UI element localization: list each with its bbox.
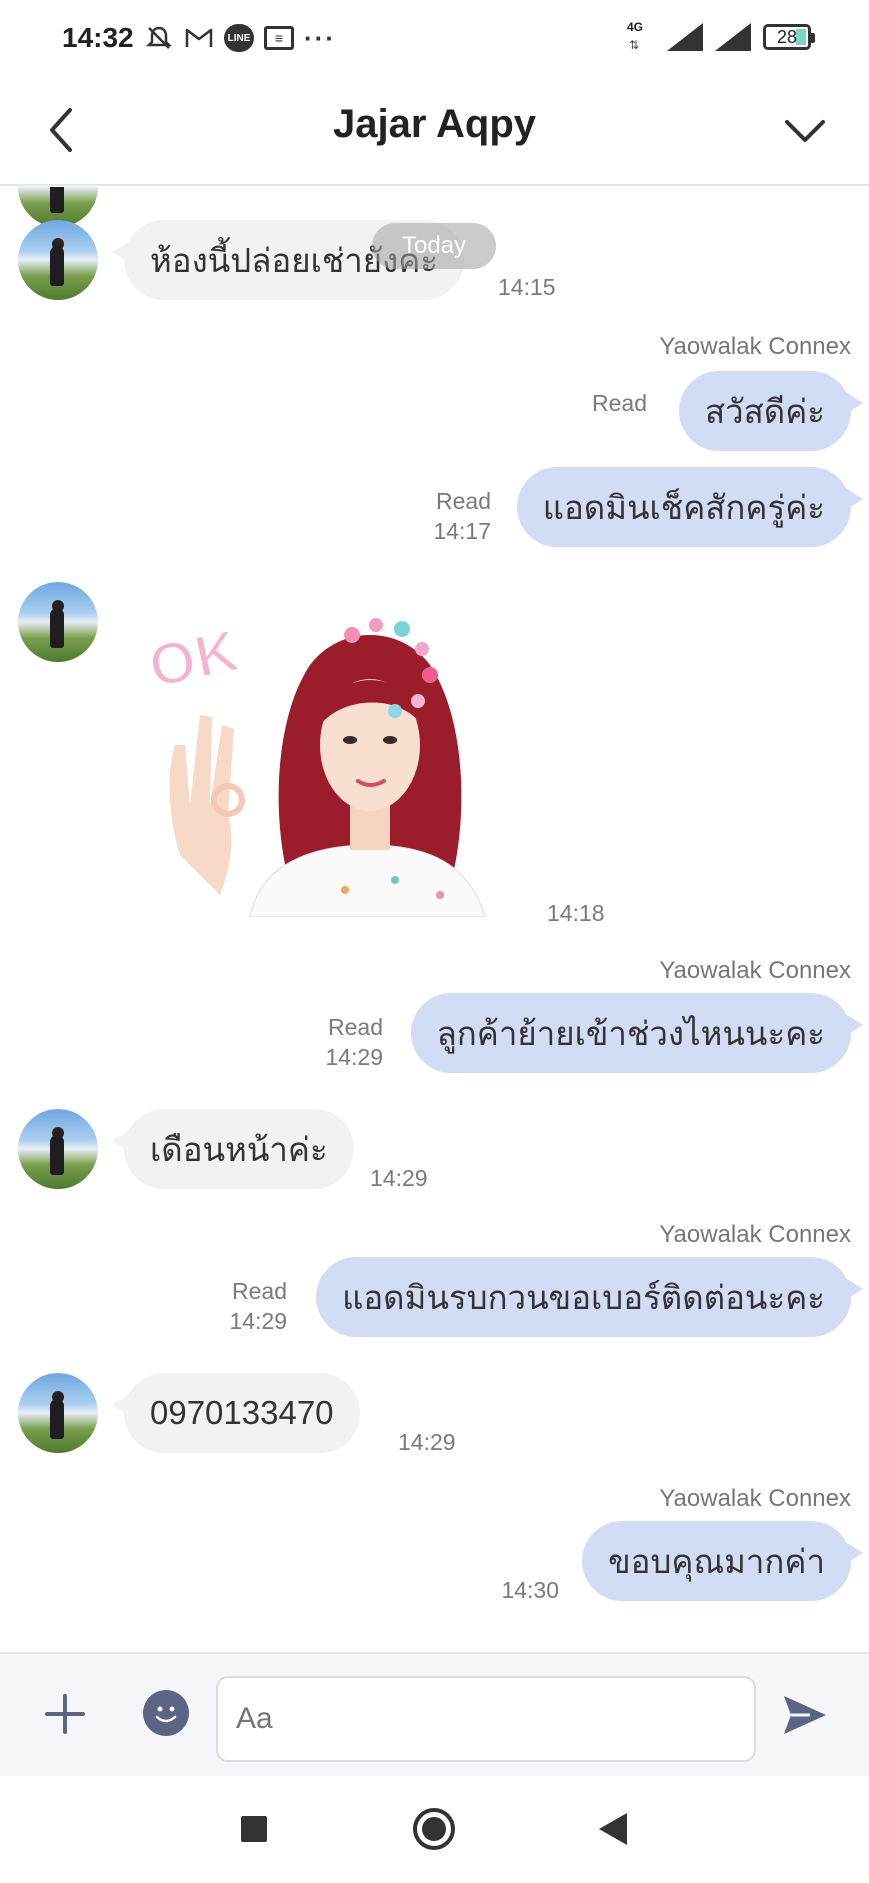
read-status: Read bbox=[592, 390, 647, 416]
more-dots-icon: ··· bbox=[304, 22, 336, 53]
status-time: 14:32 bbox=[62, 22, 134, 53]
sender-name: Yaowalak Connex bbox=[659, 1485, 851, 1512]
data-arrows-icon: ⇅ bbox=[629, 38, 640, 52]
avatar[interactable] bbox=[18, 582, 98, 662]
battery-icon: 28 bbox=[763, 24, 815, 50]
message-bubble-outgoing[interactable]: แอดมินรบกวนขอเบอร์ติดต่อนะคะ bbox=[316, 1257, 863, 1337]
message-bubble-outgoing[interactable]: ลูกค้าย้ายเข้าช่วงไหนนะคะ bbox=[410, 993, 864, 1073]
signal-icon bbox=[715, 23, 751, 51]
message-text: แอดมินเช็คสักครู่ค่ะ bbox=[542, 488, 825, 526]
message-list[interactable]: ห้องนี้ปล่อยเช่ายังคะ 14:15 Today Yaowal… bbox=[0, 187, 869, 1652]
line-icon: LINE bbox=[224, 24, 254, 52]
message-time: 14:29 bbox=[398, 1429, 456, 1455]
message-time: 14:15 bbox=[498, 274, 556, 300]
plus-icon[interactable] bbox=[40, 1684, 90, 1744]
message-time: 14:18 bbox=[547, 900, 605, 926]
avatar[interactable] bbox=[18, 1373, 98, 1453]
avatar[interactable] bbox=[18, 1109, 98, 1189]
message-text: เดือนหน้าค่ะ bbox=[150, 1130, 328, 1168]
send-icon[interactable] bbox=[780, 1690, 830, 1740]
read-status: Read bbox=[436, 488, 491, 514]
message-input[interactable] bbox=[216, 1676, 756, 1762]
message-bubble-incoming[interactable]: 0970133470 bbox=[112, 1373, 360, 1453]
date-chip: Today bbox=[372, 223, 496, 269]
back-button[interactable] bbox=[589, 1804, 639, 1854]
battery-level: 28 bbox=[776, 26, 798, 47]
message-bubble-outgoing[interactable]: ขอบคุณมากค่า bbox=[582, 1521, 863, 1601]
status-right: 4G ⇅ 28 bbox=[627, 20, 815, 54]
gmail-icon bbox=[184, 22, 214, 54]
message-text: ลูกค้าย้ายเข้าช่วงไหนนะคะ bbox=[436, 1014, 825, 1052]
chat-screen: 14:32 LINE ≡ ··· 4G ⇅ 28 Jajar Aqpy ห้อง… bbox=[0, 0, 869, 1883]
recents-button[interactable] bbox=[229, 1804, 279, 1854]
sender-name: Yaowalak Connex bbox=[659, 333, 851, 360]
status-bar: 14:32 LINE ≡ ··· 4G ⇅ 28 bbox=[0, 0, 869, 76]
avatar[interactable] bbox=[18, 220, 98, 300]
message-text: แอดมินรบกวนขอเบอร์ติดต่อนะคะ bbox=[342, 1278, 825, 1316]
message-text: สวัสดีค่ะ bbox=[704, 392, 825, 430]
network-indicator: 4G ⇅ bbox=[627, 20, 644, 52]
message-time: 14:29 bbox=[325, 1044, 383, 1070]
system-nav-bar bbox=[0, 1776, 869, 1883]
read-status: Read bbox=[232, 1278, 287, 1304]
ok-sticker[interactable]: OK bbox=[140, 595, 520, 917]
message-text: 0970133470 bbox=[150, 1394, 334, 1431]
message-bubble-incoming[interactable]: เดือนหน้าค่ะ bbox=[112, 1109, 354, 1189]
notification-icons: LINE ≡ ··· bbox=[144, 22, 336, 54]
note-icon: ≡ bbox=[264, 26, 294, 50]
chat-title: Jajar Aqpy bbox=[332, 102, 537, 146]
message-time: 14:29 bbox=[370, 1165, 428, 1191]
sender-name: Yaowalak Connex bbox=[659, 957, 851, 984]
message-time: 14:29 bbox=[229, 1308, 287, 1334]
chevron-down-icon[interactable] bbox=[777, 106, 833, 156]
message-time: 14:30 bbox=[501, 1577, 559, 1603]
message-time: 14:17 bbox=[433, 518, 491, 544]
read-status: Read bbox=[328, 1014, 383, 1040]
mute-icon bbox=[144, 22, 174, 54]
message-bubble-outgoing[interactable]: แอดมินเช็คสักครู่ค่ะ bbox=[516, 467, 864, 547]
emoji-icon[interactable] bbox=[143, 1690, 189, 1736]
signal-icon bbox=[667, 23, 703, 51]
home-button[interactable] bbox=[409, 1804, 459, 1854]
message-bubble-outgoing[interactable]: สวัสดีค่ะ bbox=[678, 371, 864, 451]
sender-name: Yaowalak Connex bbox=[659, 1221, 851, 1248]
message-text: ขอบคุณมากค่า bbox=[608, 1542, 825, 1580]
message-input-bar bbox=[0, 1652, 869, 1776]
chat-header: Jajar Aqpy bbox=[0, 76, 869, 186]
